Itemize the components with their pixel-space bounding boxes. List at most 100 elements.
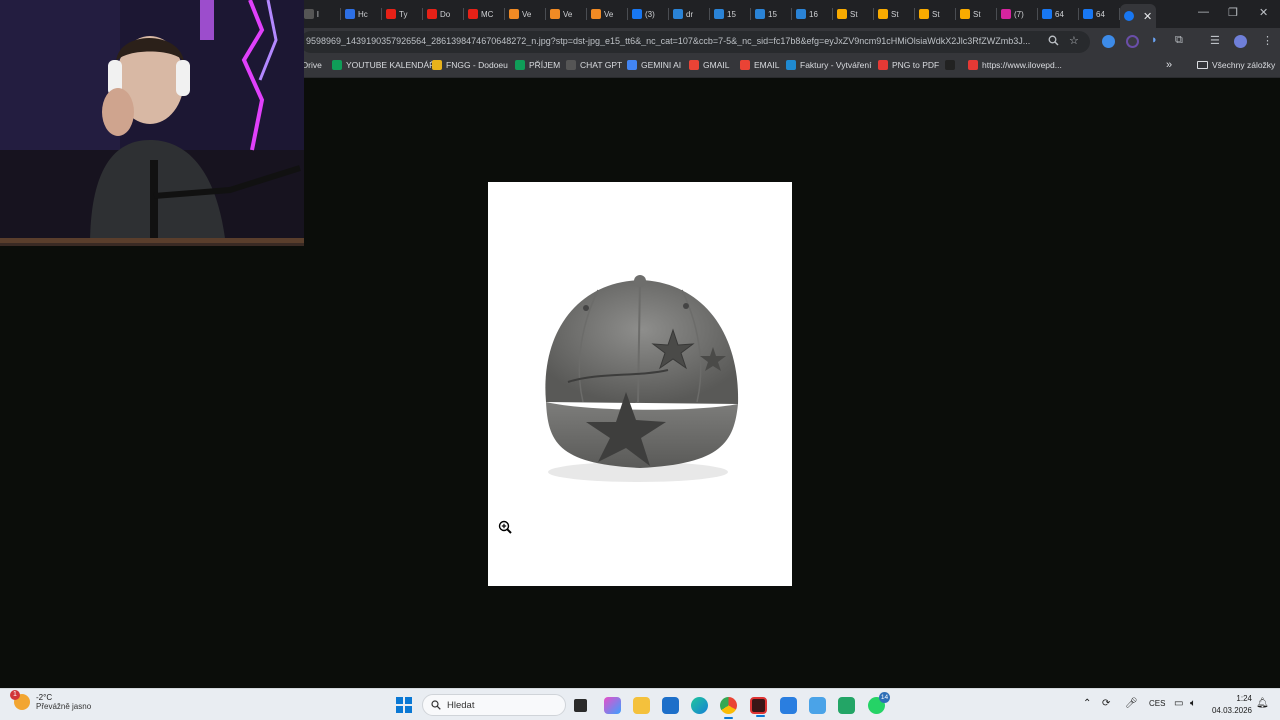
outlook-icon[interactable]	[662, 697, 679, 714]
file-explorer-icon[interactable]	[633, 697, 650, 714]
bookmark-item[interactable]	[945, 60, 959, 70]
bookmark-label: GMAIL	[703, 60, 730, 70]
weather-temperature: -2°C	[36, 693, 53, 702]
zoom-icon[interactable]	[1048, 35, 1059, 49]
whatsapp-badge: 14	[879, 692, 890, 703]
taskbar-search[interactable]: Hledat	[422, 694, 566, 716]
browser-tab[interactable]: dr	[669, 4, 710, 24]
browser-tab[interactable]: 15	[751, 4, 792, 24]
browser-tab[interactable]: l	[300, 4, 341, 24]
browser-tab[interactable]: 15	[710, 4, 751, 24]
bookmarks-overflow-button[interactable]: »	[1166, 59, 1172, 71]
paint-icon[interactable]	[809, 697, 826, 714]
browser-tab[interactable]: Ve	[546, 4, 587, 24]
tab-favicon-icon	[550, 9, 560, 19]
bookmark-item[interactable]: YOUTUBE KALENDÁŘ	[332, 60, 435, 70]
browser-tab[interactable]: St	[833, 4, 874, 24]
webcam-overlay	[0, 0, 304, 246]
extensions-puzzle-icon[interactable]: ⧉	[1175, 34, 1183, 47]
obs-recording-icon[interactable]	[750, 697, 767, 717]
browser-tab[interactable]: 64	[1079, 4, 1120, 24]
cap-photo[interactable]	[488, 182, 792, 586]
profile-avatar-icon[interactable]	[1234, 35, 1247, 48]
edge-icon[interactable]	[691, 697, 708, 714]
bookmark-item[interactable]: PŘÍJEM	[515, 60, 560, 70]
url-text[interactable]: 9598969_1439190357926564_286139847467064…	[306, 36, 1036, 46]
tab-label: 15	[768, 9, 777, 19]
bookmark-label: CHAT GPT	[580, 60, 623, 70]
chrome-icon[interactable]	[720, 697, 737, 719]
notification-bell-icon[interactable]: 🔔︎	[1256, 698, 1269, 709]
copilot-icon[interactable]	[604, 697, 621, 714]
volume-icon[interactable]: 🔈︎	[1190, 698, 1196, 709]
sync-icon[interactable]: ⟳	[1102, 698, 1110, 709]
tab-close-icon[interactable]: ✕	[1143, 10, 1152, 23]
browser-tab[interactable]: Hc	[341, 4, 382, 24]
browser-tab[interactable]: St	[874, 4, 915, 24]
whatsapp-icon[interactable]: 14	[868, 692, 890, 714]
bookmark-favicon-icon	[627, 60, 637, 70]
address-bar[interactable]: 9598969_1439190357926564_286139847467064…	[300, 31, 1090, 53]
bookmark-item[interactable]: PNG to PDF	[878, 60, 939, 70]
media-controls-icon[interactable]: ☰	[1210, 34, 1220, 47]
browser-tab[interactable]: (7)	[997, 4, 1038, 24]
browser-tab[interactable]: Ve	[587, 4, 628, 24]
browser-tab[interactable]: Ty	[382, 4, 423, 24]
bookmark-item[interactable]: EMAIL	[740, 60, 780, 70]
browser-tab[interactable]: Do	[423, 4, 464, 24]
streamer-webcam-image	[0, 0, 304, 243]
browser-tab[interactable]: St	[915, 4, 956, 24]
zoom-in-cursor-icon	[498, 520, 512, 534]
browser-tab[interactable]: Ve	[505, 4, 546, 24]
task-view-icon[interactable]	[574, 699, 587, 712]
bookmark-label: GEMINI AI	[641, 60, 682, 70]
windows-taskbar: 1 -2°C Převážně jasno Hledat 14 ⌃ ⟳ �	[0, 688, 1280, 720]
browser-tab[interactable]: St	[956, 4, 997, 24]
network-icon[interactable]: ▭	[1174, 698, 1183, 709]
extension-icon[interactable]	[1126, 35, 1139, 48]
bookmark-item[interactable]: FNGG - Dodoeu	[432, 60, 508, 70]
start-button[interactable]	[396, 697, 412, 713]
bookmark-star-icon[interactable]: ☆	[1069, 34, 1079, 47]
tab-favicon-icon	[673, 9, 683, 19]
tab-label: St	[932, 9, 940, 19]
tab-favicon-icon	[1083, 9, 1093, 19]
browser-tab[interactable]: (3)	[628, 4, 669, 24]
bookmark-item[interactable]: Faktury - Vytváření	[786, 60, 871, 70]
notepad-icon[interactable]	[838, 697, 855, 714]
active-browser-tab[interactable]: ✕	[1120, 4, 1156, 28]
clock-time: 1:24	[1236, 694, 1252, 703]
extension-icon[interactable]	[1102, 35, 1115, 48]
bookmark-item[interactable]: https://www.ilovepd...	[968, 60, 1062, 70]
weather-widget[interactable]: 1 -2°C Převážně jasno	[10, 690, 91, 711]
tab-label: Ve	[522, 9, 532, 19]
bookmark-favicon-icon	[332, 60, 342, 70]
browser-tab[interactable]: 16	[792, 4, 833, 24]
microphone-icon[interactable]: 🎤︎	[1125, 698, 1138, 709]
bookmark-item[interactable]: CHAT GPT	[566, 60, 622, 70]
all-bookmarks-folder[interactable]: Všechny záložky	[1197, 60, 1275, 70]
bookmark-label: YOUTUBE KALENDÁŘ	[346, 60, 436, 70]
clock[interactable]: 1:24 04.03.2026	[1208, 693, 1252, 717]
minimize-button[interactable]: —	[1198, 6, 1209, 18]
language-indicator[interactable]: CES	[1149, 699, 1165, 708]
maximize-button[interactable]: ❐	[1228, 6, 1238, 19]
bookmark-label: FNGG - Dodoeu	[446, 60, 508, 70]
browser-tab[interactable]: MC	[464, 4, 505, 24]
menu-kebab-icon[interactable]: ⋮	[1262, 34, 1273, 47]
bookmark-item[interactable]: GMAIL	[689, 60, 729, 70]
bookmark-label: PŘÍJEM	[529, 60, 561, 70]
tab-label: 15	[727, 9, 736, 19]
read-aloud-icon[interactable]: ◗	[1151, 34, 1158, 46]
tab-favicon-icon	[632, 9, 642, 19]
bookmark-favicon-icon	[786, 60, 796, 70]
messenger-app-icon[interactable]	[780, 697, 797, 714]
close-window-button[interactable]: ✕	[1259, 6, 1268, 19]
browser-tab[interactable]: 64	[1038, 4, 1079, 24]
bookmark-item[interactable]: GEMINI AI	[627, 60, 681, 70]
weather-sun-icon: 1	[10, 690, 30, 710]
tab-favicon-icon	[427, 9, 437, 19]
tab-favicon-icon	[591, 9, 601, 19]
chevron-up-icon[interactable]: ⌃	[1083, 698, 1091, 709]
bookmark-item[interactable]: Drive	[302, 60, 322, 70]
